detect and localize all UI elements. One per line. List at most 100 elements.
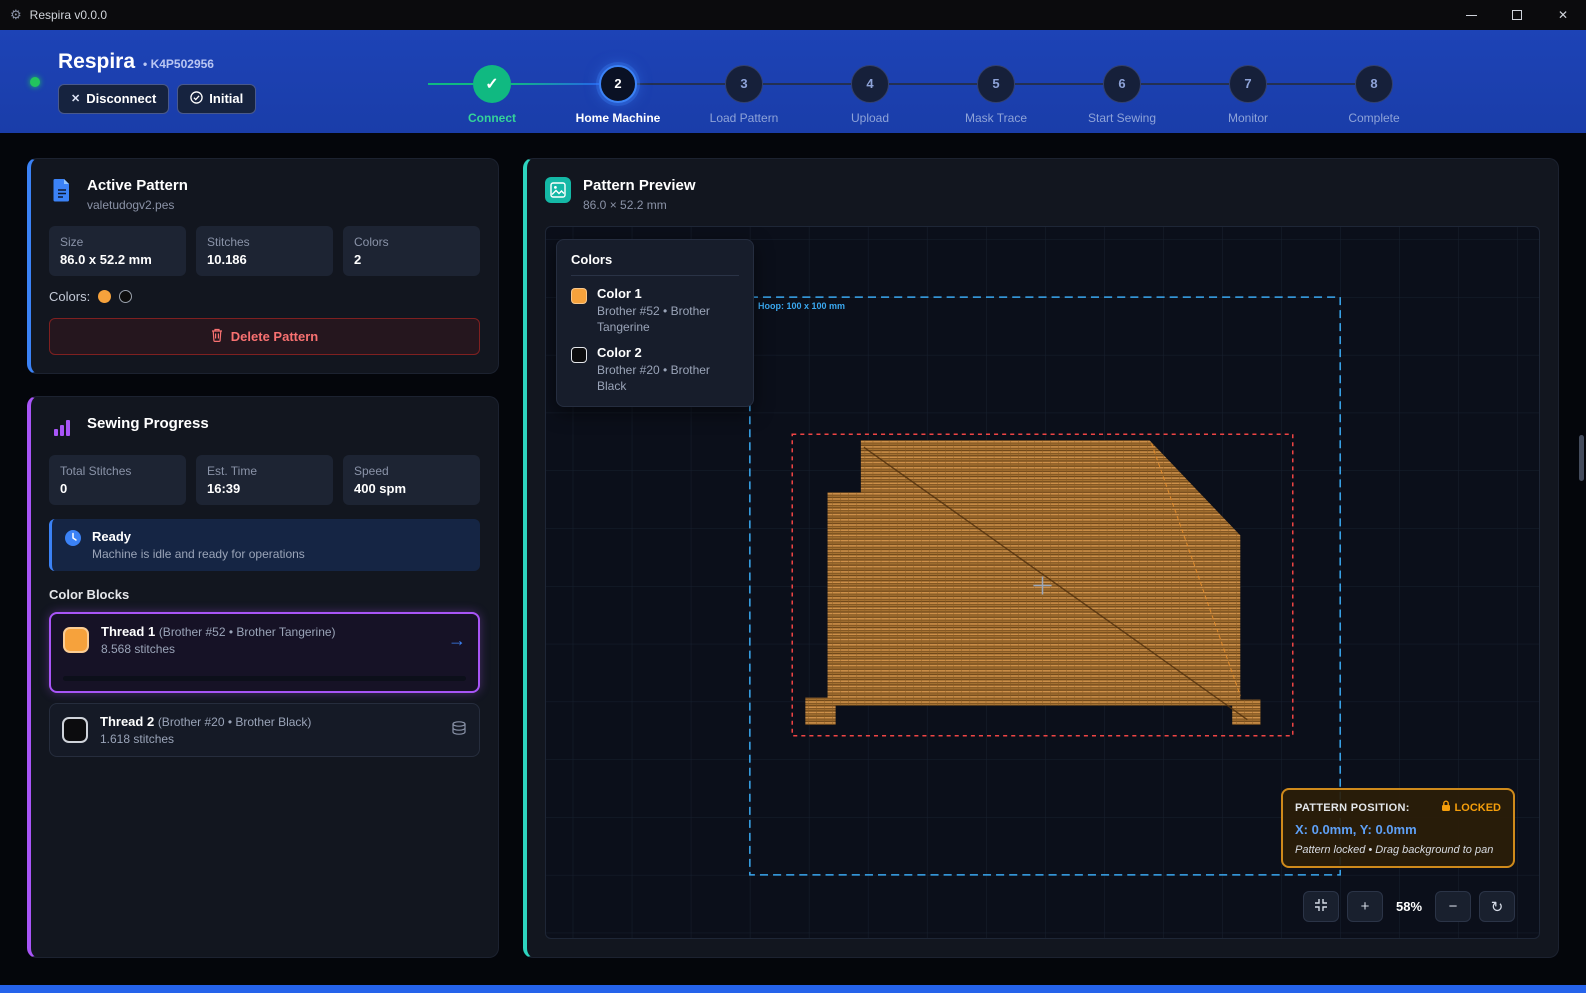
color-dot-tangerine [98, 290, 111, 303]
stat-stitches: Stitches 10.186 [196, 226, 333, 276]
step-complete[interactable]: 8 Complete [1355, 65, 1393, 103]
thread-2-name: Thread 2 [100, 714, 154, 729]
status-title: Ready [92, 529, 305, 544]
step-connect[interactable]: ✓ Connect [473, 65, 511, 103]
step-label: Home Machine [576, 111, 661, 125]
initial-button[interactable]: Initial [177, 84, 256, 114]
stepper-connector [763, 83, 851, 85]
window-controls: ✕ [1448, 0, 1586, 30]
close-button[interactable]: ✕ [1540, 0, 1586, 30]
stat-colors: Colors 2 [343, 226, 480, 276]
step-upload[interactable]: 4 Upload [851, 65, 889, 103]
arrow-right-icon: → [448, 630, 466, 651]
machine-status-box: Ready Machine is idle and ready for oper… [49, 519, 480, 571]
stat-size: Size 86.0 x 52.2 mm [49, 226, 186, 276]
step-label: Load Pattern [710, 111, 779, 125]
pattern-preview-title: Pattern Preview [583, 177, 696, 194]
step-label: Start Sewing [1088, 111, 1156, 125]
step-check-icon: ✓ [485, 74, 498, 94]
preview-canvas[interactable]: Hoop: 100 x 100 mm Colors Color 1 Brothe… [545, 226, 1540, 939]
layers-icon [451, 720, 467, 741]
step-monitor[interactable]: 7 Monitor [1229, 65, 1267, 103]
fit-icon [1314, 898, 1328, 916]
stepper-connector [637, 83, 725, 85]
pattern-colors-row: Colors: [49, 289, 480, 304]
stepper-connector [1141, 83, 1229, 85]
trash-icon [211, 328, 223, 345]
maximize-icon [1512, 10, 1522, 20]
zoom-controls: + 58% − ↻ [1303, 891, 1515, 922]
pan-hint: Pattern locked • Drag background to pan [1295, 844, 1501, 856]
footer-strip [0, 985, 1586, 993]
stat-est-time: Est. Time 16:39 [196, 455, 333, 505]
connection-status-dot [30, 77, 40, 87]
step-label: Connect [468, 111, 516, 125]
thread-1-detail: (Brother #52 • Brother Tangerine) [159, 625, 336, 639]
thread-1-name: Thread 1 [101, 624, 155, 639]
locked-badge: LOCKED [1441, 800, 1501, 815]
step-load-pattern[interactable]: 3 Load Pattern [725, 65, 763, 103]
thread-2-swatch [62, 717, 88, 743]
step-label: Upload [851, 111, 889, 125]
sewing-progress-card: Sewing Progress Total Stitches 0 Est. Ti… [27, 396, 499, 958]
refresh-view-button[interactable]: ↻ [1479, 891, 1515, 922]
delete-pattern-button[interactable]: Delete Pattern [49, 318, 480, 355]
maximize-button[interactable] [1494, 0, 1540, 30]
thread-1-progress-track [63, 676, 466, 681]
file-icon [49, 177, 75, 203]
close-icon: ✕ [1558, 8, 1568, 22]
color-dot-black [119, 290, 132, 303]
stepper-connector [1267, 83, 1355, 85]
disconnect-button[interactable]: ✕ Disconnect [58, 84, 169, 114]
left-column: Active Pattern valetudogv2.pes Size 86.0… [27, 158, 499, 958]
active-pattern-card: Active Pattern valetudogv2.pes Size 86.0… [27, 158, 499, 374]
colors-panel-title: Colors [571, 252, 739, 276]
legend-color-2: Color 2 Brother #20 • Brother Black [571, 345, 739, 394]
pattern-filename: valetudogv2.pes [87, 198, 188, 212]
step-mask-trace[interactable]: 5 Mask Trace [977, 65, 1015, 103]
app-header: Respira • K4P502956 ✕ Disconnect Initial… [0, 30, 1586, 133]
thread-1-swatch [63, 627, 89, 653]
zoom-in-button[interactable]: + [1347, 891, 1383, 922]
stepper-lead-line [428, 83, 473, 85]
minimize-icon [1466, 15, 1477, 16]
disconnect-x-icon: ✕ [71, 92, 80, 105]
thread-block-2[interactable]: Thread 2 (Brother #20 • Brother Black) 1… [49, 703, 480, 757]
legend-swatch-tangerine [571, 288, 587, 304]
legend-swatch-black [571, 347, 587, 363]
delete-pattern-label: Delete Pattern [231, 329, 318, 344]
clock-icon [64, 529, 82, 552]
pattern-position-label: PATTERN POSITION: [1295, 802, 1410, 814]
step-home-machine[interactable]: 2 Home Machine [599, 65, 637, 103]
zoom-out-button[interactable]: − [1435, 891, 1471, 922]
thread-2-detail: (Brother #20 • Brother Black) [158, 715, 312, 729]
active-pattern-title: Active Pattern [87, 177, 188, 194]
stat-speed: Speed 400 spm [343, 455, 480, 505]
pattern-position-box: PATTERN POSITION: LOCKED X: 0.0mm, Y: 0.… [1281, 788, 1515, 868]
stepper-connector [889, 83, 977, 85]
thread-2-stitches: 1.618 stitches [100, 732, 439, 746]
fit-to-screen-button[interactable] [1303, 891, 1339, 922]
step-start-sewing[interactable]: 6 Start Sewing [1103, 65, 1141, 103]
refresh-icon: ↻ [1491, 898, 1504, 916]
stat-total-stitches: Total Stitches 0 [49, 455, 186, 505]
color-blocks-label: Color Blocks [49, 587, 480, 602]
step-label: Monitor [1228, 111, 1268, 125]
hoop-label: Hoop: 100 x 100 mm [758, 301, 845, 311]
app-icon: ⚙ [10, 7, 22, 23]
step-label: Mask Trace [965, 111, 1027, 125]
window-scrollbar-thumb[interactable] [1579, 435, 1584, 481]
pattern-dimensions: 86.0 × 52.2 mm [583, 198, 696, 212]
lock-icon [1441, 800, 1451, 815]
minimize-button[interactable] [1448, 0, 1494, 30]
pattern-coordinates: X: 0.0mm, Y: 0.0mm [1295, 822, 1501, 837]
stepper-connector [511, 83, 599, 85]
zoom-level: 58% [1391, 899, 1427, 914]
titlebar-left: ⚙ Respira v0.0.0 [0, 7, 107, 23]
machine-serial: • K4P502956 [143, 57, 214, 71]
thread-1-stitches: 8.568 stitches [101, 642, 436, 656]
stepper-connector [1015, 83, 1103, 85]
check-circle-icon [190, 91, 203, 107]
thread-block-1[interactable]: Thread 1 (Brother #52 • Brother Tangerin… [49, 612, 480, 693]
bar-chart-icon [49, 415, 75, 441]
